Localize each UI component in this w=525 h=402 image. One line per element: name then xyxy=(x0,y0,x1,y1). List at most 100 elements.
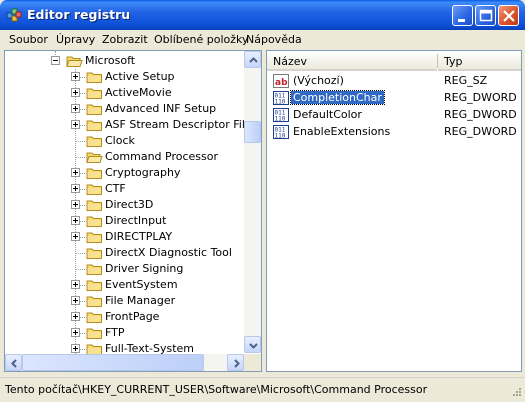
expand-plus-icon[interactable] xyxy=(71,296,80,305)
arrow-up-icon xyxy=(249,57,258,63)
folder-icon xyxy=(86,246,103,260)
tree-item-ftp[interactable]: FTP xyxy=(5,325,244,341)
tree-item-clock[interactable]: Clock xyxy=(5,133,244,149)
expand-plus-icon[interactable] xyxy=(71,104,80,113)
registry-tree[interactable]: Microsoft Active Setup ActiveMovie Advanced… xyxy=(4,50,262,372)
expand-plus-icon[interactable] xyxy=(71,200,80,209)
tree-item-command-processor[interactable]: Command Processor xyxy=(5,149,244,165)
status-bar: Tento počítač\HKEY_CURRENT_USER\Software… xyxy=(0,377,525,402)
menu-soubor[interactable]: Soubor xyxy=(9,33,48,46)
tree-item-label: Command Processor xyxy=(105,150,219,163)
tree-item-active-setup[interactable]: Active Setup xyxy=(5,69,244,85)
menu-oblibene[interactable]: Oblíbené položky xyxy=(154,33,249,46)
tree-scroll-thumb[interactable] xyxy=(244,121,261,143)
tree-item-directx-diagnostic-tool[interactable]: DirectX Diagnostic Tool xyxy=(5,245,244,261)
folder-icon xyxy=(86,198,103,212)
expand-plus-icon[interactable] xyxy=(71,344,80,353)
value-type: REG_DWORD xyxy=(444,91,517,104)
expand-plus-icon[interactable] xyxy=(71,216,80,225)
folder-icon xyxy=(86,230,103,244)
tree-item-advanced-inf-setup[interactable]: Advanced INF Setup xyxy=(5,101,244,117)
tree-item-label: Microsoft xyxy=(85,54,136,67)
value-row[interactable]: ab (Výchozí) REG_SZ xyxy=(267,73,521,89)
tree-item-label: ASF Stream Descriptor File xyxy=(105,118,252,131)
svg-text:110: 110 xyxy=(275,116,286,123)
tree-item-label: Cryptography xyxy=(105,166,181,179)
value-row[interactable]: 011 110 DefaultColor REG_DWORD xyxy=(267,107,521,123)
tree-item-label: EventSystem xyxy=(105,278,178,291)
collapse-minus-icon[interactable] xyxy=(51,56,60,65)
title-bar[interactable]: Editor registru xyxy=(0,0,525,30)
tree-item-directplay[interactable]: DIRECTPLAY xyxy=(5,229,244,245)
folder-icon xyxy=(86,166,103,180)
tree-item-direct3d[interactable]: Direct3D xyxy=(5,197,244,213)
menu-bar: Soubor Úpravy Zobrazit Oblíbené položky … xyxy=(4,30,521,49)
folder-icon xyxy=(86,294,103,308)
tree-item-microsoft[interactable]: Microsoft xyxy=(5,53,244,69)
expand-plus-icon[interactable] xyxy=(71,232,80,241)
value-row[interactable]: 011 110 EnableExtensions REG_DWORD xyxy=(267,124,521,140)
tree-item-file-manager[interactable]: File Manager xyxy=(5,293,244,309)
folder-icon xyxy=(86,278,103,292)
value-row[interactable]: 011 110 CompletionChar REG_DWORD xyxy=(267,90,521,106)
tree-item-label: Clock xyxy=(105,134,135,147)
tree-item-frontpage[interactable]: FrontPage xyxy=(5,309,244,325)
tree-horizontal-scrollbar[interactable] xyxy=(5,354,244,371)
tree-item-eventsystem[interactable]: EventSystem xyxy=(5,277,244,293)
tree-item-cryptography[interactable]: Cryptography xyxy=(5,165,244,181)
value-type: REG_DWORD xyxy=(444,108,517,121)
minimize-button[interactable] xyxy=(452,5,473,26)
tree-item-directinput[interactable]: DirectInput xyxy=(5,213,244,229)
expand-plus-icon[interactable] xyxy=(71,88,80,97)
tree-scroll-right-button[interactable] xyxy=(227,354,244,371)
folder-icon xyxy=(86,262,103,276)
column-header-type[interactable]: Typ xyxy=(438,51,521,71)
tree-item-label: DirectX Diagnostic Tool xyxy=(105,246,232,259)
column-header-name[interactable]: Název xyxy=(267,51,437,71)
column-header-name-label: Název xyxy=(273,55,308,68)
menu-upravy[interactable]: Úpravy xyxy=(56,33,95,46)
menu-napoveda[interactable]: Nápověda xyxy=(246,33,302,46)
arrow-left-icon xyxy=(11,359,17,368)
value-name: DefaultColor xyxy=(293,108,362,121)
tree-vertical-scrollbar[interactable] xyxy=(244,51,261,353)
expand-plus-icon[interactable] xyxy=(71,184,80,193)
svg-text:110: 110 xyxy=(275,99,286,106)
minimize-icon xyxy=(458,19,465,22)
reg-dword-icon: 011 110 xyxy=(273,107,289,123)
scroll-corner xyxy=(244,354,261,371)
svg-text:ab: ab xyxy=(275,78,288,88)
maximize-button[interactable] xyxy=(475,5,496,26)
reg-dword-icon: 011 110 xyxy=(273,124,289,140)
value-name: CompletionChar xyxy=(290,90,385,105)
window-title: Editor registru xyxy=(27,7,131,22)
tree-item-activemovie[interactable]: ActiveMovie xyxy=(5,85,244,101)
close-button[interactable] xyxy=(498,5,519,26)
value-type: REG_DWORD xyxy=(444,125,517,138)
tree-scroll-left-button[interactable] xyxy=(5,354,22,371)
expand-plus-icon[interactable] xyxy=(71,168,80,177)
value-name: EnableExtensions xyxy=(293,125,391,138)
tree-hscroll-thumb[interactable] xyxy=(22,354,204,371)
folder-icon xyxy=(86,118,103,132)
folder-icon xyxy=(86,134,103,148)
tree-item-driver-signing[interactable]: Driver Signing xyxy=(5,261,244,277)
expand-plus-icon[interactable] xyxy=(71,328,80,337)
expand-plus-icon[interactable] xyxy=(71,72,80,81)
tree-item-label: Direct3D xyxy=(105,198,154,211)
expand-plus-icon[interactable] xyxy=(71,312,80,321)
tree-scroll-down-button[interactable] xyxy=(244,336,261,353)
svg-text:110: 110 xyxy=(275,133,286,140)
values-list[interactable]: Název Typ ab (Výchozí) REG_SZ 011 110 Complet… xyxy=(266,50,522,372)
tree-item-asf-stream-descriptor-file[interactable]: ASF Stream Descriptor File xyxy=(5,117,252,133)
menu-zobrazit[interactable]: Zobrazit xyxy=(102,33,148,46)
reg-sz-icon: ab xyxy=(273,73,289,89)
resize-grip-icon[interactable] xyxy=(510,387,522,399)
tree-item-label: DIRECTPLAY xyxy=(105,230,173,243)
expand-plus-icon[interactable] xyxy=(71,120,80,129)
expand-plus-icon[interactable] xyxy=(71,280,80,289)
tree-item-label: Driver Signing xyxy=(105,262,184,275)
tree-item-ctf[interactable]: CTF xyxy=(5,181,244,197)
status-path: Tento počítač\HKEY_CURRENT_USER\Software… xyxy=(5,383,428,396)
tree-scroll-up-button[interactable] xyxy=(244,51,261,68)
